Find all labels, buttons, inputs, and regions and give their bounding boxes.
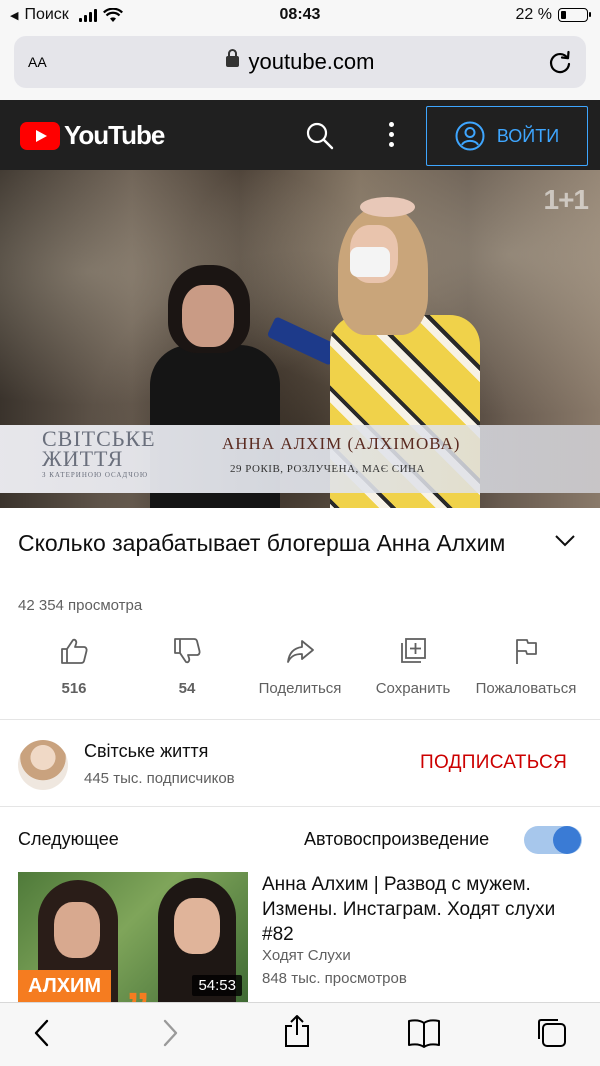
duration-badge: 54:53	[192, 975, 242, 996]
flag-icon	[516, 639, 537, 664]
reload-icon[interactable]	[548, 49, 572, 75]
save-to-playlist-icon	[401, 638, 426, 663]
report-button[interactable]: Пожаловаться	[466, 636, 586, 697]
share-icon	[287, 640, 314, 663]
channel-subscriber-count: 445 тыс. подписчиков	[84, 770, 235, 787]
thumbnail-quote-mark: „	[126, 957, 150, 1003]
thumbnail-tag: АЛХИМ	[18, 970, 112, 1002]
browser-url-area: AA youtube.com	[0, 32, 600, 100]
channel-name[interactable]: Світське життя	[84, 741, 208, 762]
video-actions: 516 54 Поделиться Сохранить Пожаловаться	[0, 636, 600, 704]
sign-in-button[interactable]: ВОЙТИ	[426, 106, 588, 166]
status-bar: ◀ Поиск 08:43 22 %	[0, 0, 600, 32]
battery-fill	[561, 11, 566, 19]
browser-toolbar	[0, 1002, 600, 1066]
youtube-logo-text: YouTube	[64, 120, 165, 150]
video-player[interactable]: 1+1 СВІТСЬКЕ ЖИТТЯ З КАТЕРИНОЮ ОСАДЧОЮ А…	[0, 170, 600, 508]
save-label: Сохранить	[375, 680, 451, 697]
youtube-logo[interactable]: YouTube	[20, 120, 165, 151]
status-time: 08:43	[279, 6, 321, 23]
share-label: Поделиться	[258, 680, 342, 697]
divider	[0, 719, 600, 720]
divider	[0, 806, 600, 807]
account-icon	[455, 121, 485, 151]
channel-avatar[interactable]	[18, 740, 68, 790]
autoplay-toggle[interactable]	[524, 826, 582, 854]
like-count: 516	[61, 680, 87, 697]
status-right: 22 %	[515, 6, 591, 24]
show-logo-line2: ЖИТТЯ	[42, 446, 124, 472]
lock-icon	[225, 48, 239, 67]
share-sheet-icon[interactable]	[282, 1013, 312, 1049]
autoplay-toggle-knob	[553, 826, 581, 854]
url-display[interactable]: youtube.com	[14, 48, 586, 75]
show-logo: СВІТСЬКЕ ЖИТТЯ З КАТЕРИНОЮ ОСАДЧОЮ	[42, 427, 156, 480]
video-title: Сколько зарабатывает блогерша Анна Алхим	[18, 530, 506, 556]
view-count: 42 354 просмотра	[18, 597, 143, 614]
share-button[interactable]: Поделиться	[240, 636, 360, 697]
report-label: Пожаловаться	[475, 680, 577, 697]
thumbs-down-icon	[174, 638, 201, 664]
bookmarks-icon[interactable]	[406, 1017, 442, 1049]
autoplay-label: Автовоспроизведение	[304, 829, 490, 849]
address-bar[interactable]: AA youtube.com	[14, 36, 586, 88]
youtube-play-logo-icon	[20, 121, 60, 150]
tv-channel-watermark: 1+1	[543, 184, 589, 215]
save-button[interactable]: Сохранить	[353, 636, 473, 697]
sign-in-label: ВОЙТИ	[496, 125, 560, 146]
next-video-title[interactable]: Анна Алхим | Развод с мужем. Измены. Инс…	[262, 872, 592, 947]
show-logo-line3: З КАТЕРИНОЮ ОСАДЧОЮ	[42, 471, 149, 480]
dislike-count: 54	[178, 680, 196, 697]
battery-icon	[558, 8, 591, 22]
next-video-views: 848 тыс. просмотров	[262, 970, 407, 987]
guest-name-caption: АННА АЛХІМ (АЛХІМОВА)	[222, 434, 461, 453]
tabs-icon[interactable]	[534, 1015, 568, 1049]
chevron-down-icon[interactable]	[554, 534, 576, 548]
like-button[interactable]: 516	[14, 636, 134, 697]
thumbs-up-icon	[61, 638, 88, 664]
video-lower-third: СВІТСЬКЕ ЖИТТЯ З КАТЕРИНОЮ ОСАДЧОЮ АННА …	[0, 425, 600, 493]
guest-info-caption: 29 РОКІВ, РОЗЛУЧЕНА, МАЄ СИНА	[230, 463, 425, 475]
forward-icon[interactable]	[158, 1017, 182, 1049]
more-options-icon[interactable]	[386, 122, 396, 148]
battery-percent: 22 %	[515, 6, 552, 23]
search-icon[interactable]	[306, 122, 334, 150]
youtube-header: YouTube ВОЙТИ	[0, 100, 600, 170]
next-video-channel: Ходят Слухи	[262, 947, 351, 964]
next-video-thumbnail[interactable]: АЛХИМ „ 54:53	[18, 872, 248, 1002]
url-text: youtube.com	[248, 49, 375, 74]
subscribe-button[interactable]: ПОДПИСАТЬСЯ	[420, 752, 567, 774]
back-icon[interactable]	[30, 1017, 54, 1049]
dislike-button[interactable]: 54	[127, 636, 247, 697]
up-next-heading: Следующее	[18, 829, 119, 849]
